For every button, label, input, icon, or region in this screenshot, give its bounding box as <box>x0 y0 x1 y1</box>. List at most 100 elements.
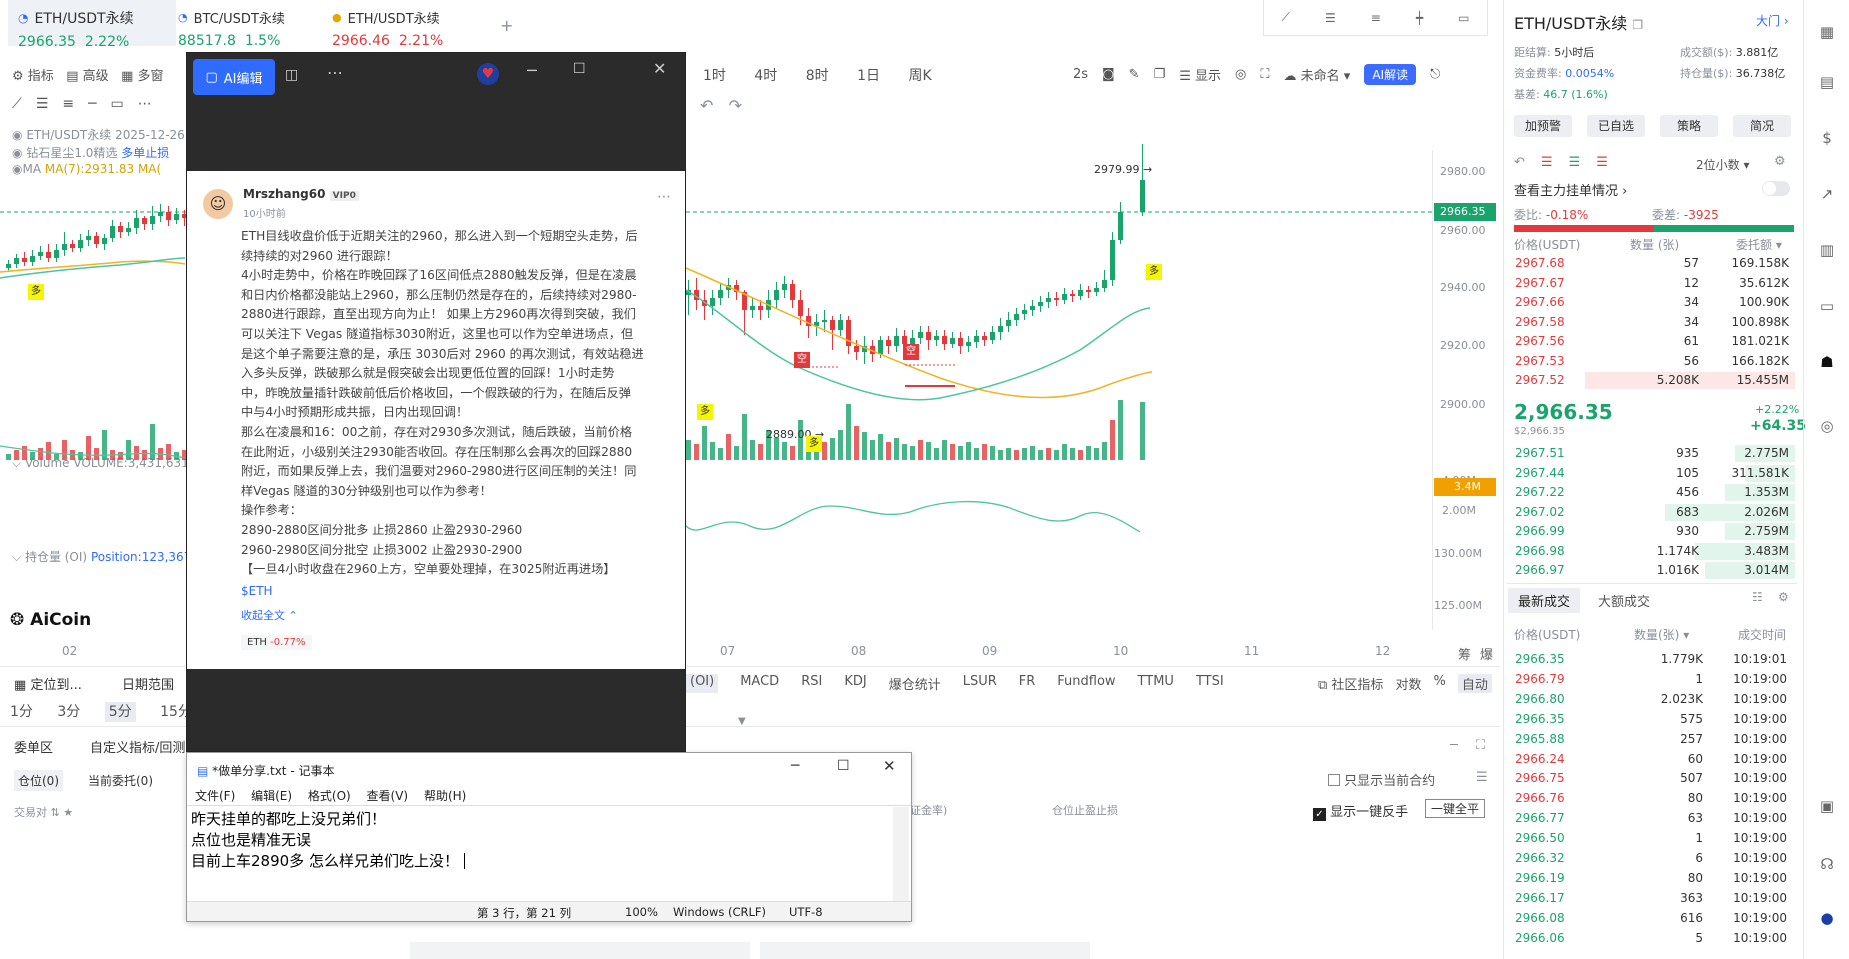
tab-ttsi[interactable]: TTSI <box>1196 674 1224 693</box>
sidebar-chat-icon[interactable]: ● <box>1812 906 1842 930</box>
sidebar-bars-icon[interactable]: ▥ <box>1812 238 1842 262</box>
avatar[interactable]: ☺ <box>203 189 233 219</box>
dash-icon[interactable]: ─ <box>88 96 110 112</box>
interval-1d[interactable]: 1日 <box>857 68 880 84</box>
tab-eth-perp[interactable]: ◔ ETH/USDT永续 2966.35 2.22% <box>8 0 176 50</box>
bid-row[interactable]: 2967.02 683 2.026M <box>1515 503 1795 522</box>
ask-row[interactable]: 2967.67 12 35.612K <box>1515 274 1795 293</box>
sidebar-robot-icon[interactable]: ☗ <box>1812 350 1842 374</box>
channel-tool-icon[interactable]: ≡ <box>1371 11 1381 25</box>
tab-btc-perp[interactable]: ◔ BTC/USDT永续 88517.8 1.5% <box>168 0 318 50</box>
tab-custom-indicator[interactable]: 自定义指标/回测 <box>90 737 185 756</box>
auto-toggle[interactable]: 自动 <box>1457 674 1492 693</box>
copy-icon[interactable]: ❐ <box>1154 67 1166 82</box>
filter-icon[interactable]: ☷ <box>1752 590 1763 604</box>
bid-row[interactable]: 2966.98 1.174K 3.483M <box>1515 542 1795 561</box>
tab-large-trades[interactable]: 大额成交 <box>1598 591 1650 610</box>
add-tab-button[interactable]: + <box>500 16 513 35</box>
strategy-button[interactable]: 策略 <box>1660 115 1718 137</box>
date-range-button[interactable]: 日期范围 <box>122 674 174 693</box>
list-icon[interactable]: ☰ <box>1476 770 1488 785</box>
ask-row[interactable]: 2967.68 57 169.158K <box>1515 254 1795 273</box>
interval-1m[interactable]: 1分 <box>10 704 33 720</box>
copy-icon[interactable]: ❐ <box>1632 18 1643 32</box>
tab-oi[interactable]: (OI) <box>686 674 719 693</box>
tab-lsur[interactable]: LSUR <box>963 674 997 693</box>
menu-edit[interactable]: 编辑(E) <box>251 789 292 803</box>
bid-row[interactable]: 2966.97 1.016K 3.014M <box>1515 561 1795 580</box>
ask-row[interactable]: 2967.53 56 166.182K <box>1515 352 1795 371</box>
tab-fundflow[interactable]: Fundflow <box>1057 674 1115 693</box>
tab-liquidation[interactable]: 爆仓统计 <box>889 674 941 693</box>
locate-button[interactable]: ▦ 定位到... <box>14 674 82 693</box>
tab-latest-trades[interactable]: 最新成交 <box>1508 588 1581 613</box>
more-icon[interactable]: ⋯ <box>138 96 166 112</box>
bid-row[interactable]: 2966.99 930 2.759M <box>1515 522 1795 541</box>
tab-macd[interactable]: MACD <box>740 674 779 693</box>
tab-ttmu[interactable]: TTMU <box>1138 674 1174 693</box>
book-ask-icon[interactable]: ☰ <box>1596 155 1624 170</box>
hashtag-link[interactable]: $ETH <box>241 584 273 598</box>
close-icon[interactable]: ✕ <box>883 757 896 775</box>
ask-row[interactable]: 2967.52 5.208K 15.455M <box>1515 371 1795 390</box>
tab-rsi[interactable]: RSI <box>801 674 822 693</box>
sidebar-card-icon[interactable]: ▭ <box>1812 294 1842 318</box>
tab-order-zone[interactable]: 委单区 <box>14 737 53 756</box>
sell-marker[interactable]: 空 <box>794 352 810 368</box>
buy-marker[interactable]: 多 <box>1146 264 1162 280</box>
ai-edit-button[interactable]: ▢ AI编辑 <box>193 59 275 95</box>
sell-marker[interactable]: 空 <box>903 344 919 360</box>
rect-tool-icon[interactable]: ▭ <box>1458 11 1469 25</box>
bid-row[interactable]: 2967.22 456 1.353M <box>1515 483 1795 502</box>
fullscreen-icon[interactable]: ⛶ <box>1260 67 1269 82</box>
maximize-icon[interactable]: ☐ <box>573 61 586 77</box>
multi-window-button[interactable]: 多窗 <box>138 69 164 84</box>
interval-4h[interactable]: 4时 <box>754 68 777 84</box>
checkbox-checked-icon[interactable]: ✓ <box>1313 808 1326 821</box>
maximize-icon[interactable]: ☐ <box>837 758 850 774</box>
target-icon[interactable]: ◎ <box>1235 67 1246 82</box>
main-orders-toggle[interactable] <box>1762 181 1790 196</box>
sidebar-chart-icon[interactable]: ↗ <box>1812 182 1842 206</box>
community-indicator-button[interactable]: ⧉ 社区指标 <box>1318 674 1383 693</box>
sort-icon[interactable]: 数量(张) ▾ <box>1634 626 1689 643</box>
redo-icon[interactable]: ↷ <box>729 96 742 115</box>
sort-icon[interactable]: 委托额 ▾ <box>1736 236 1782 253</box>
book-both-icon[interactable]: ☰ <box>1541 155 1569 170</box>
author-name[interactable]: Mrszhang60 VIP0 <box>243 187 359 201</box>
pen-icon[interactable]: ✎ <box>1129 67 1140 82</box>
undo-icon[interactable]: ↶ <box>1514 155 1541 170</box>
menu-view[interactable]: 查看(V) <box>367 789 409 803</box>
camera-icon[interactable]: ◙ <box>1102 67 1115 82</box>
expand-panel-icon[interactable]: ⛶ <box>1476 738 1485 753</box>
gear-icon[interactable]: ⚙ <box>1778 590 1789 604</box>
indicator-button[interactable]: 指标 <box>28 69 54 84</box>
ai-read-button[interactable]: AI解读 <box>1364 64 1417 85</box>
template-select[interactable]: ☁ 未命名 ▾ <box>1284 65 1351 84</box>
sidebar-doc-icon[interactable]: ▤ <box>1812 70 1842 94</box>
minimize-icon[interactable]: ─ <box>527 61 537 80</box>
scrollbar[interactable] <box>893 807 909 901</box>
display-button[interactable]: ☰ 显示 <box>1179 65 1221 84</box>
one-click-reverse-checkbox[interactable]: ✓ 显示一键反手 <box>1313 801 1408 821</box>
line-tool-icon[interactable]: ⟋ <box>1282 10 1290 25</box>
trendline-icon[interactable]: ⟋ <box>12 96 36 112</box>
share-icon[interactable]: ⎋ <box>1430 67 1440 82</box>
buy-marker[interactable]: 多 <box>28 284 44 300</box>
sidebar-headset-icon[interactable]: ☊ <box>1812 852 1842 876</box>
hline-icon[interactable]: ☰ <box>36 96 63 112</box>
close-icon[interactable]: ✕ <box>653 59 666 78</box>
buy-marker[interactable]: 多 <box>806 436 822 452</box>
gear-icon[interactable]: ⚙ <box>1774 154 1786 169</box>
collapse-link[interactable]: 收起全文 ⌃ <box>241 607 298 623</box>
chip-tool[interactable]: 筹 <box>1458 644 1471 663</box>
interval-1w[interactable]: 周K <box>909 68 932 84</box>
ask-row[interactable]: 2967.58 34 100.898K <box>1515 313 1795 332</box>
buy-marker[interactable]: 多 <box>697 404 713 420</box>
more-icon[interactable]: ⋯ <box>327 63 343 82</box>
log-toggle[interactable]: 对数 <box>1395 674 1421 693</box>
refresh-rate[interactable]: 2s <box>1073 67 1088 82</box>
heart-icon[interactable]: ♥ <box>477 63 499 85</box>
checkbox-empty-icon[interactable] <box>1328 774 1340 786</box>
add-alert-button[interactable]: 加预警 <box>1514 115 1572 137</box>
